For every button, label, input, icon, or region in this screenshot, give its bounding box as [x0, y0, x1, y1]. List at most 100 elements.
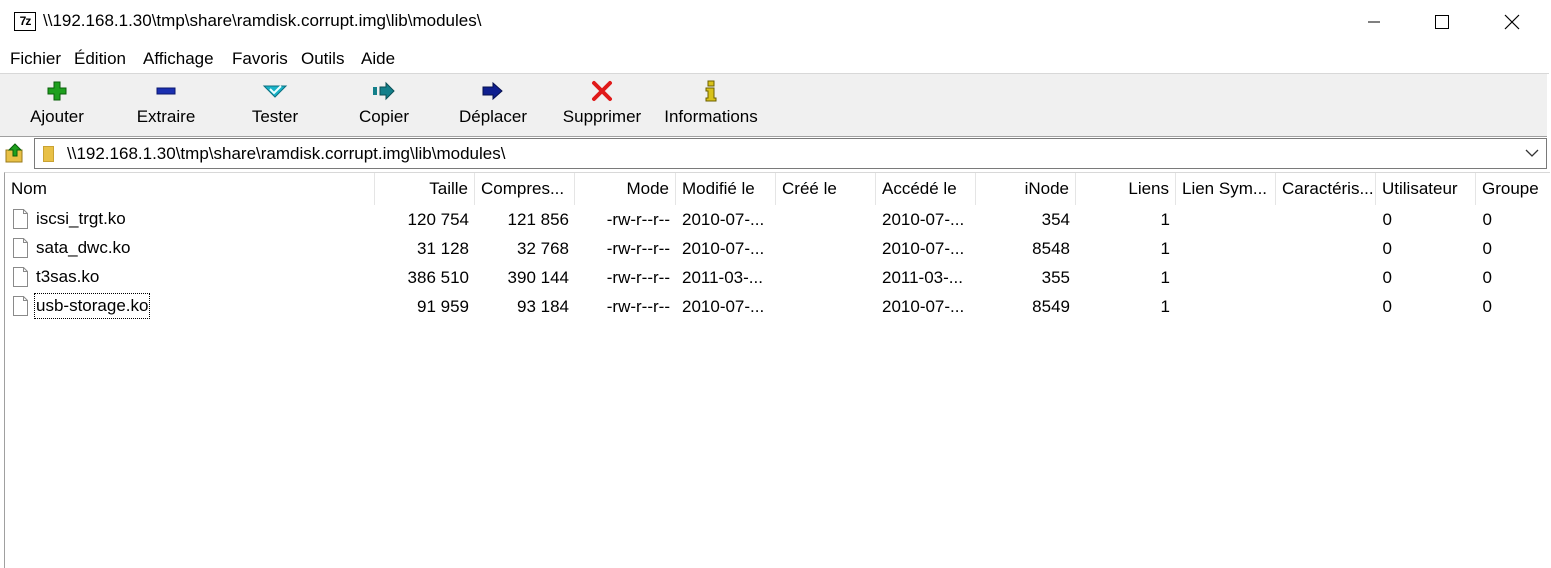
file-size: 386 510 [407, 268, 469, 287]
file-modified: 2011-03-... [682, 268, 763, 287]
7zip-app-icon[interactable]: 7z [14, 12, 36, 31]
file-group: 0 [1482, 239, 1492, 258]
minimize-icon [1368, 21, 1380, 23]
file-row[interactable]: t3sas.ko 386 510 390 144 -rw-r--r-- 2011… [5, 263, 1550, 292]
copy-label: Copier [358, 107, 410, 126]
file-accessed: 2010-07-... [882, 239, 965, 258]
column-header-accede[interactable]: Accédé le [876, 173, 976, 205]
file-packed-size: 32 768 [517, 239, 569, 258]
test-icon [262, 85, 288, 98]
file-created [776, 292, 876, 321]
add-button[interactable]: Ajouter [2, 74, 112, 134]
file-icon [13, 267, 28, 287]
file-mode: -rw-r--r-- [606, 268, 670, 287]
extract-label: Extraire [136, 107, 196, 126]
file-inode: 355 [1041, 268, 1070, 287]
column-header-cree[interactable]: Créé le [776, 173, 876, 205]
file-mode: -rw-r--r-- [606, 297, 670, 316]
file-group: 0 [1482, 268, 1492, 287]
file-modified: 2010-07-... [682, 210, 765, 229]
file-name: t3sas.ko [36, 267, 100, 286]
delete-label: Supprimer [562, 107, 642, 126]
file-inode: 8549 [1032, 297, 1070, 316]
file-created [776, 234, 876, 263]
file-accessed: 2010-07-... [882, 297, 965, 316]
test-button[interactable]: Tester [220, 74, 330, 134]
file-symlink [1176, 234, 1276, 263]
menu-outils[interactable]: Outils [301, 49, 344, 69]
file-icon [13, 296, 28, 316]
info-button[interactable]: Informations [656, 74, 766, 134]
column-header-liens[interactable]: Liens [1076, 173, 1176, 205]
file-inode: 354 [1041, 210, 1070, 229]
file-group: 0 [1482, 297, 1492, 316]
file-characteristics [1276, 234, 1376, 263]
menu-favoris[interactable]: Favoris [232, 49, 288, 69]
menu-aide[interactable]: Aide [361, 49, 395, 69]
file-user: 0 [1382, 268, 1392, 287]
up-folder-button[interactable] [5, 142, 25, 164]
file-accessed: 2011-03-... [882, 268, 963, 287]
column-header-lien-sym[interactable]: Lien Sym... [1176, 173, 1276, 205]
file-links: 1 [1160, 239, 1170, 258]
address-field[interactable]: \\192.168.1.30\tmp\share\ramdisk.corrupt… [34, 138, 1547, 169]
column-header-compresse[interactable]: Compres... [475, 173, 575, 205]
delete-icon [592, 81, 612, 101]
delete-button[interactable]: Supprimer [547, 74, 657, 134]
column-header-taille[interactable]: Taille [375, 173, 475, 205]
menu-bar: Fichier Édition Affichage Favoris Outils… [0, 45, 1549, 74]
file-list[interactable]: Nom Taille Compres... Mode Modifié le Cr… [4, 172, 1550, 568]
file-name-cell: sata_dwc.ko [5, 234, 375, 263]
file-name: usb-storage.ko [33, 293, 151, 319]
file-created [776, 205, 876, 234]
move-label: Déplacer [458, 107, 528, 126]
close-button[interactable] [1477, 0, 1547, 44]
file-icon [13, 209, 28, 229]
file-packed-size: 93 184 [517, 297, 569, 316]
copy-icon [373, 81, 395, 101]
file-symlink [1176, 263, 1276, 292]
add-icon [47, 81, 67, 101]
column-header-mode[interactable]: Mode [575, 173, 676, 205]
file-packed-size: 121 856 [507, 210, 569, 229]
file-user: 0 [1382, 297, 1392, 316]
move-button[interactable]: Déplacer [438, 74, 548, 134]
file-user: 0 [1382, 210, 1392, 229]
file-row[interactable]: iscsi_trgt.ko 120 754 121 856 -rw-r--r--… [5, 205, 1550, 234]
file-links: 1 [1160, 268, 1170, 287]
file-name: iscsi_trgt.ko [36, 209, 126, 228]
address-dropdown-button[interactable] [1524, 144, 1540, 162]
maximize-icon [1435, 15, 1449, 29]
maximize-button[interactable] [1407, 0, 1477, 44]
file-name: sata_dwc.ko [36, 238, 131, 257]
folder-up-icon [5, 143, 23, 163]
move-icon [482, 81, 503, 101]
column-header-caracteristiques[interactable]: Caractéris... [1276, 173, 1376, 205]
column-header-inode[interactable]: iNode [976, 173, 1076, 205]
column-header-nom[interactable]: Nom [5, 173, 375, 205]
column-header-modifie[interactable]: Modifié le [676, 173, 776, 205]
file-symlink [1176, 292, 1276, 321]
file-links: 1 [1160, 210, 1170, 229]
extract-icon [156, 87, 176, 95]
column-header-utilisateur[interactable]: Utilisateur [1376, 173, 1476, 205]
add-label: Ajouter [30, 107, 84, 126]
copy-button[interactable]: Copier [329, 74, 439, 134]
menu-edition[interactable]: Édition [74, 49, 126, 69]
menu-affichage[interactable]: Affichage [143, 49, 214, 69]
file-created [776, 263, 876, 292]
file-icon [13, 238, 28, 258]
menu-fichier[interactable]: Fichier [10, 49, 61, 69]
file-row[interactable]: sata_dwc.ko 31 128 32 768 -rw-r--r-- 201… [5, 234, 1550, 263]
file-row[interactable]: usb-storage.ko 91 959 93 184 -rw-r--r-- … [5, 292, 1550, 321]
title-bar: 7z \\192.168.1.30\tmp\share\ramdisk.corr… [0, 0, 1549, 44]
file-mode: -rw-r--r-- [606, 210, 670, 229]
extract-button[interactable]: Extraire [111, 74, 221, 134]
file-modified: 2010-07-... [682, 239, 765, 258]
file-symlink [1176, 205, 1276, 234]
column-header-groupe[interactable]: Groupe [1476, 173, 1550, 205]
file-modified: 2010-07-... [682, 297, 765, 316]
minimize-button[interactable] [1339, 0, 1409, 44]
file-size: 31 128 [417, 239, 469, 258]
toolbar: Ajouter Extraire Tester Copier Déplacer … [0, 74, 1547, 137]
